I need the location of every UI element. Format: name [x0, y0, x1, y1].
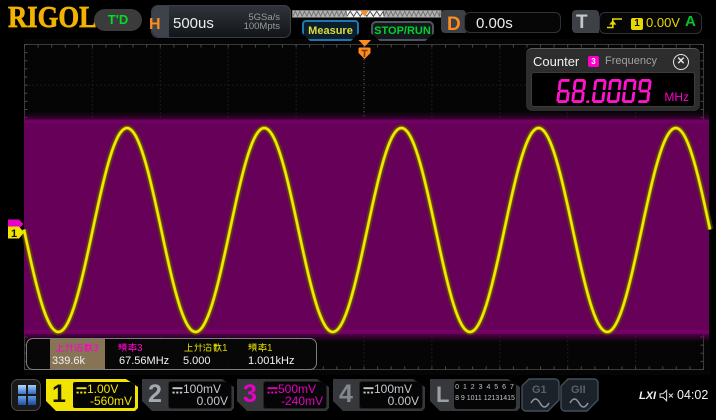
svg-text:GII: GII	[571, 384, 586, 396]
svg-text:1: 1	[11, 228, 17, 240]
svg-text:G1: G1	[532, 384, 547, 396]
